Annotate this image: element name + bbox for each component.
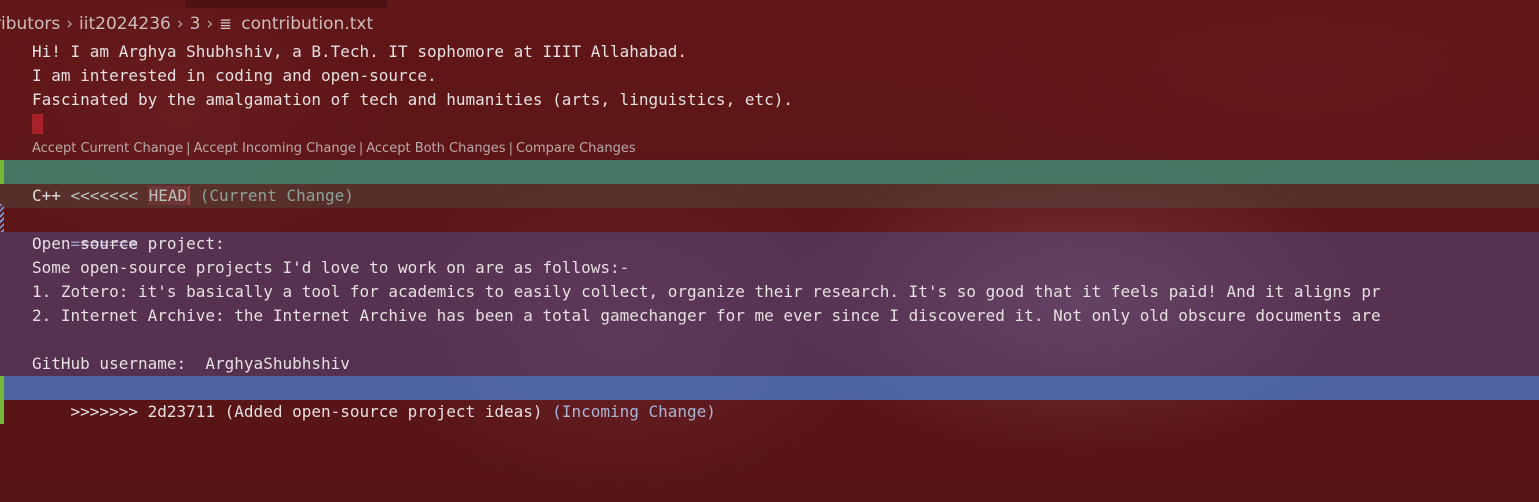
text-cursor [32,114,43,134]
breadcrumb-segment[interactable]: 3 [190,14,201,34]
current-change-line[interactable]: C++ [0,184,1539,208]
tab-strip [185,0,387,8]
code-line-cursor[interactable] [0,112,1539,136]
line-text: C++ [32,186,61,205]
line-text: GitHub username: ArghyaShubhshiv [32,354,350,373]
codelens-separator: | [358,141,364,156]
code-line[interactable]: Hi! I am Arghya Shubhshiv, a B.Tech. IT … [0,40,1539,64]
conflict-marker: >>>>>>> 2d23711 (Added open-source proje… [70,402,543,421]
compare-changes-button[interactable]: Compare Changes [516,141,636,156]
breadcrumb-file-name[interactable]: contribution.txt [241,14,373,34]
code-editor[interactable]: Hi! I am Arghya Shubhshiv, a B.Tech. IT … [0,40,1539,424]
text-file-icon: ≣ [219,15,232,33]
chevron-right-icon: › [206,14,214,34]
current-change-marker-line[interactable]: <<<<<<< HEAD (Current Change) [0,160,1539,205]
codelens-separator: | [508,141,513,156]
incoming-change-marker-line[interactable]: >>>>>>> 2d23711 (Added open-source proje… [0,376,1539,424]
incoming-change-line[interactable]: Some open-source projects I'd love to wo… [0,256,1539,280]
incoming-change-hint: (Incoming Change) [542,402,716,421]
accept-both-changes-button[interactable]: Accept Both Changes [366,141,505,156]
gutter-change-marker [0,160,4,184]
line-text: Open source project: [32,234,225,253]
conflict-divider-line[interactable]: ======= [0,204,1539,253]
chevron-right-icon: › [176,14,184,34]
codelens-separator: | [186,141,191,156]
gutter-modified-marker [0,204,4,232]
line-text: Fascinated by the amalgamation of tech a… [32,90,793,109]
incoming-change-line[interactable]: Open source project: [0,232,1539,256]
chevron-right-icon: › [66,14,74,34]
line-text: Some open-source projects I'd love to wo… [32,258,630,277]
incoming-change-line[interactable]: GitHub username: ArghyaShubhshiv [0,352,1539,376]
breadcrumb: ributors › iit2024236 › 3 › ≣ contributi… [0,12,373,36]
incoming-change-line[interactable]: 2. Internet Archive: the Internet Archiv… [0,304,1539,328]
line-text: Hi! I am Arghya Shubhshiv, a B.Tech. IT … [32,42,688,61]
accept-current-change-button[interactable]: Accept Current Change [32,141,183,156]
code-line[interactable]: I am interested in coding and open-sourc… [0,64,1539,88]
incoming-change-line[interactable] [0,328,1539,352]
line-text: 1. Zotero: it's basically a tool for aca… [32,282,1381,301]
accept-incoming-change-button[interactable]: Accept Incoming Change [194,141,356,156]
breadcrumb-segment[interactable]: ributors [0,14,60,34]
gutter-change-marker [0,376,4,424]
breadcrumb-segment[interactable]: iit2024236 [79,14,171,34]
line-text: 2. Internet Archive: the Internet Archiv… [32,306,1381,325]
line-text: I am interested in coding and open-sourc… [32,66,437,85]
code-line[interactable]: Fascinated by the amalgamation of tech a… [0,88,1539,112]
merge-conflict-codelens: Accept Current Change | Accept Incoming Ch… [0,136,1539,160]
incoming-change-line[interactable]: 1. Zotero: it's basically a tool for aca… [0,280,1539,304]
